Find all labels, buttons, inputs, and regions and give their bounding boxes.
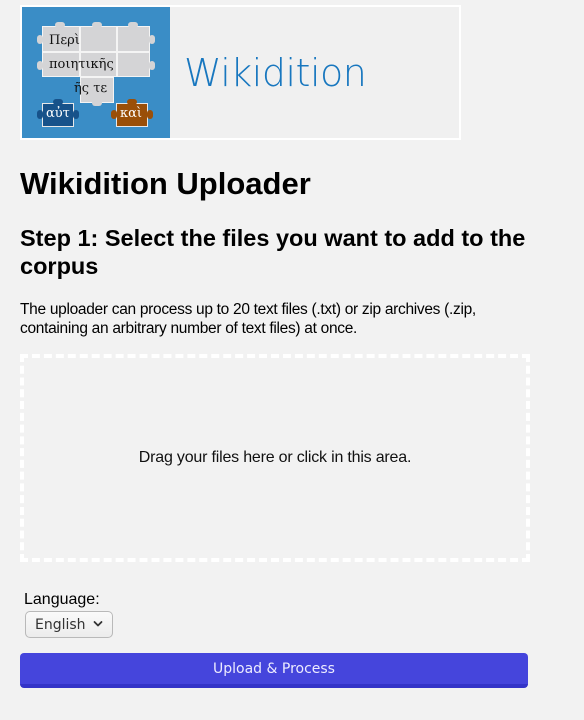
upload-process-button[interactable]: Upload & Process — [20, 653, 528, 688]
chevron-down-icon — [93, 621, 103, 627]
wikidition-logo[interactable]: Περὶ ποιητικῆς ῆς τε αὐτ καὶ Wikidition — [20, 5, 461, 140]
logo-text-aut: αὐτ — [46, 106, 70, 121]
upload-description: The uploader can process up to 20 text f… — [20, 301, 476, 337]
language-label: Language: — [24, 591, 100, 608]
logo-text-poietikes: ποιητικῆς — [49, 57, 114, 72]
page-title: Wikidition Uploader — [20, 166, 311, 201]
file-dropzone[interactable]: Drag your files here or click in this ar… — [20, 354, 530, 562]
puzzle-logo-icon: Περὶ ποιητικῆς ῆς τε αὐτ καὶ — [22, 7, 170, 138]
logo-text-es-te: ῆς τε — [74, 81, 108, 96]
logo-title: Wikidition — [184, 50, 367, 95]
logo-text-peri: Περὶ — [49, 33, 80, 48]
language-select[interactable]: English — [25, 611, 113, 638]
language-selected-value: English — [35, 616, 86, 633]
step-heading: Step 1: Select the files you want to add… — [20, 225, 526, 279]
dropzone-label: Drag your files here or click in this ar… — [138, 449, 412, 466]
logo-text-kai: καὶ — [120, 106, 143, 121]
